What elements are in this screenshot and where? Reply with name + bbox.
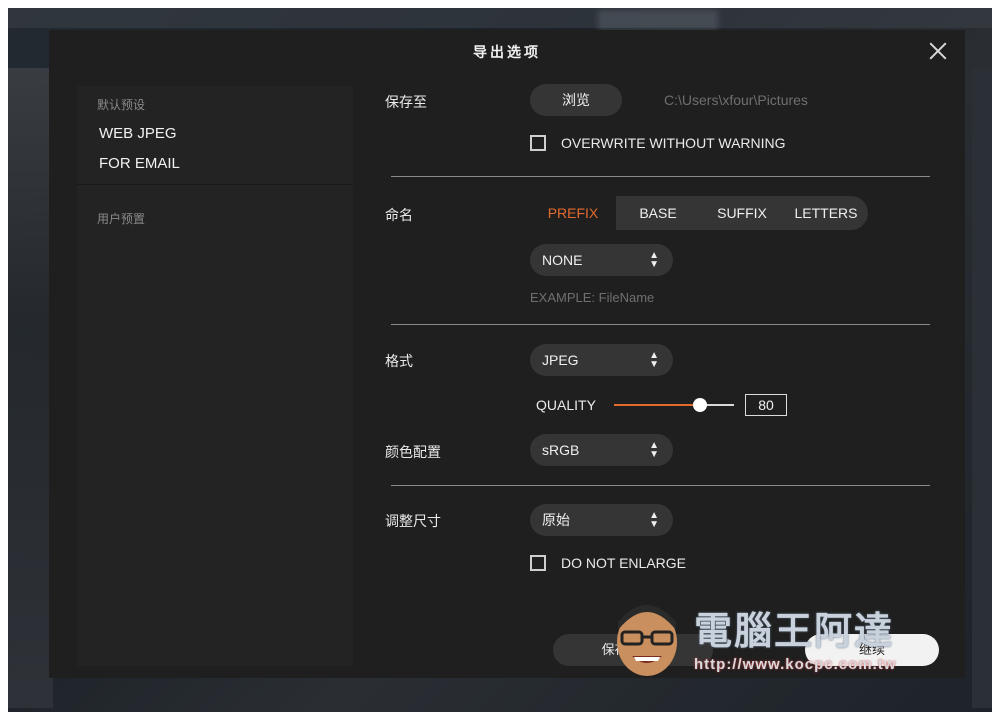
color-profile-label: 颜色配置 <box>385 444 441 460</box>
resize-label: 调整尺寸 <box>385 513 441 529</box>
naming-example: EXAMPLE: FileName <box>530 290 655 305</box>
chevron-updown-icon: ▲ ▼ <box>649 440 659 460</box>
tab-suffix[interactable]: SUFFIX <box>700 196 784 230</box>
save-to-label: 保存至 <box>385 94 427 110</box>
save-settings-button[interactable]: 保存设置... <box>553 634 713 666</box>
quality-label: QUALITY <box>536 397 596 413</box>
preset-panel: 默认预设 WEB JPEG FOR EMAIL 用户预置 <box>77 86 353 666</box>
close-icon[interactable] <box>927 40 949 62</box>
browse-button[interactable]: 浏览 <box>530 84 622 116</box>
continue-button[interactable]: 继续 <box>805 634 939 666</box>
quality-slider[interactable] <box>614 398 734 412</box>
overwrite-checkbox[interactable] <box>530 135 546 151</box>
chevron-updown-icon: ▲ ▼ <box>649 510 659 530</box>
naming-label: 命名 <box>385 207 413 223</box>
user-presets-header: 用户预置 <box>97 212 146 226</box>
divider <box>391 485 930 486</box>
format-select-value: JPEG <box>542 352 579 368</box>
quality-slider-thumb[interactable] <box>693 398 707 412</box>
save-path: C:\Users\xfour\Pictures <box>664 92 808 108</box>
default-presets-header: 默认预设 <box>97 98 146 112</box>
resize-select[interactable]: 原始 ▲ ▼ <box>530 504 673 536</box>
resize-select-value: 原始 <box>542 512 570 528</box>
naming-select[interactable]: NONE ▲ ▼ <box>530 244 673 276</box>
do-not-enlarge-checkbox[interactable] <box>530 555 546 571</box>
naming-select-value: NONE <box>542 252 583 268</box>
do-not-enlarge-label: DO NOT ENLARGE <box>561 555 686 571</box>
chevron-updown-icon: ▲ ▼ <box>649 350 659 370</box>
format-label: 格式 <box>385 353 413 369</box>
chevron-updown-icon: ▲ ▼ <box>649 250 659 270</box>
preset-item-web-jpeg[interactable]: WEB JPEG <box>99 125 177 142</box>
tab-prefix[interactable]: PREFIX <box>530 196 616 230</box>
tab-base[interactable]: BASE <box>616 196 700 230</box>
preset-item-for-email[interactable]: FOR EMAIL <box>99 155 180 172</box>
tab-letters[interactable]: LETTERS <box>784 196 868 230</box>
export-options-dialog: 导出选项 默认预设 WEB JPEG FOR EMAIL 用户预置 保存至 浏览… <box>49 30 965 678</box>
overwrite-label: OVERWRITE WITHOUT WARNING <box>561 135 786 151</box>
quality-slider-fill <box>614 404 700 406</box>
format-select[interactable]: JPEG ▲ ▼ <box>530 344 673 376</box>
dialog-title: 导出选项 <box>473 44 541 60</box>
color-profile-select[interactable]: sRGB ▲ ▼ <box>530 434 673 466</box>
quality-input[interactable]: 80 <box>745 394 787 416</box>
divider <box>391 176 930 177</box>
divider <box>391 324 930 325</box>
naming-segmented-control: PREFIX BASE SUFFIX LETTERS <box>530 196 868 230</box>
color-profile-value: sRGB <box>542 442 580 458</box>
